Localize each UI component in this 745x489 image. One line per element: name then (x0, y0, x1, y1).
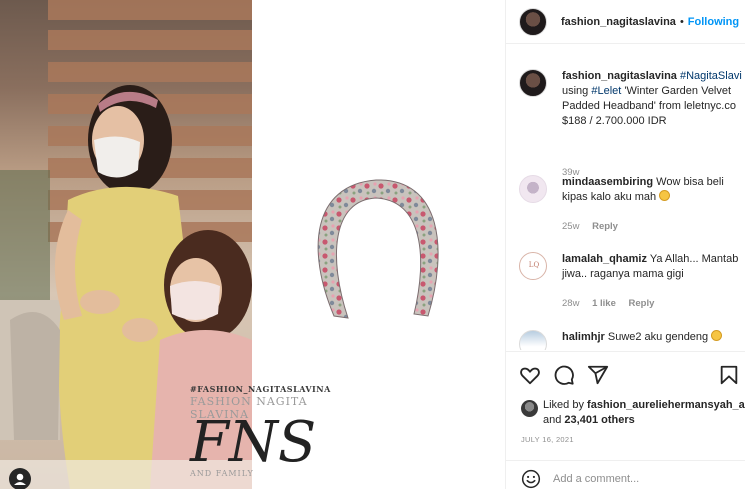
caption-text-part: using (562, 85, 589, 97)
comment-text: lamalah_qhamiz Ya Allah... Mantab jiwa..… (562, 252, 745, 282)
caption-line: Padded Headband' from leletnyc.co (562, 100, 736, 112)
caption-avatar[interactable] (519, 69, 547, 97)
post-details-panel: fashion_nagitaslavina • Following fashio… (505, 0, 745, 489)
user-tag-icon[interactable] (9, 468, 31, 489)
header-separator: • (679, 15, 684, 28)
action-bar (506, 351, 745, 395)
add-comment-input[interactable]: Add a comment... (553, 473, 639, 485)
commenter-username[interactable]: mindaasembiring (562, 176, 653, 188)
grimacing-emoji-icon (711, 330, 723, 341)
liker-avatar[interactable] (521, 400, 538, 417)
liked-by-prefix: Liked by (543, 399, 584, 411)
reply-button[interactable]: Reply (629, 298, 655, 309)
comment-line: Suwe2 aku gendeng (607, 331, 709, 343)
caption-line: $188 / 2.700.000 IDR (562, 115, 667, 127)
poster-username[interactable]: fashion_nagitaslavina (561, 16, 676, 28)
post-date[interactable]: JULY 16, 2021 (521, 435, 574, 444)
bookmark-icon[interactable] (718, 364, 740, 386)
likes-and: and (543, 414, 562, 426)
comment-meta: 28w 1 like Reply (562, 298, 664, 309)
comment-line: Ya Allah... Mantab (649, 253, 739, 265)
comment-time[interactable]: 28w (562, 298, 579, 309)
emoji-icon[interactable] (521, 469, 541, 489)
comment-time[interactable]: 25w (562, 221, 579, 232)
caption-text-part: 'Winter Garden Velvet (624, 85, 732, 97)
share-icon[interactable] (587, 364, 609, 386)
comments-list[interactable]: fashion_nagitaslavina #NagitaSlavi using… (506, 45, 745, 350)
laughing-emoji-icon (659, 190, 671, 201)
comment-line: kipas kalo aku mah (562, 191, 657, 203)
following-button[interactable]: Following (688, 16, 739, 28)
likes-summary: Liked by fashion_aureliehermansyah_a and… (521, 398, 745, 430)
comment-icon[interactable] (553, 364, 575, 386)
heart-icon[interactable] (519, 364, 541, 386)
comment-text: mindaasembiring Wow bisa beli kipas kalo… (562, 175, 745, 205)
caption-hashtag[interactable]: #Lelet (591, 85, 621, 97)
watermark-monogram: FNS (190, 410, 317, 475)
watermark-line1: #FASHION_NAGITASLAVINA (190, 384, 331, 394)
commenter-username[interactable]: halimhjr (562, 331, 605, 343)
post-header: fashion_nagitaslavina • Following (506, 0, 745, 44)
commenter-avatar[interactable] (519, 330, 547, 350)
comment-line: jiwa.. raganya mama gigi (562, 268, 684, 280)
commenter-avatar-logo: LQ (528, 261, 540, 269)
add-comment-bar: Add a comment... (506, 460, 745, 489)
comment-meta: 25w Reply (562, 221, 628, 232)
post-media[interactable]: #FASHION_NAGITASLAVINA FASHION NAGITA SL… (0, 0, 505, 489)
likes-text: Liked by fashion_aureliehermansyah_a and… (543, 398, 745, 428)
comment-line: Wow bisa beli (656, 176, 724, 188)
liker-username[interactable]: fashion_aureliehermansyah_a (587, 399, 745, 411)
reply-button[interactable]: Reply (592, 221, 618, 232)
caption-hashtag[interactable]: #NagitaSlavi (680, 70, 742, 82)
commenter-avatar[interactable]: LQ (519, 252, 547, 280)
comment-text: halimhjr Suwe2 aku gendeng (562, 330, 745, 345)
caption-text: fashion_nagitaslavina #NagitaSlavi using… (562, 69, 745, 129)
poster-avatar[interactable] (519, 7, 547, 36)
commenter-avatar[interactable] (519, 175, 547, 203)
watermark: #FASHION_NAGITASLAVINA FASHION NAGITA SL… (190, 384, 330, 478)
comment-likes[interactable]: 1 like (592, 298, 616, 309)
caption-username[interactable]: fashion_nagitaslavina (562, 70, 677, 82)
commenter-username[interactable]: lamalah_qhamiz (562, 253, 647, 265)
likes-count[interactable]: 23,401 others (564, 414, 634, 426)
